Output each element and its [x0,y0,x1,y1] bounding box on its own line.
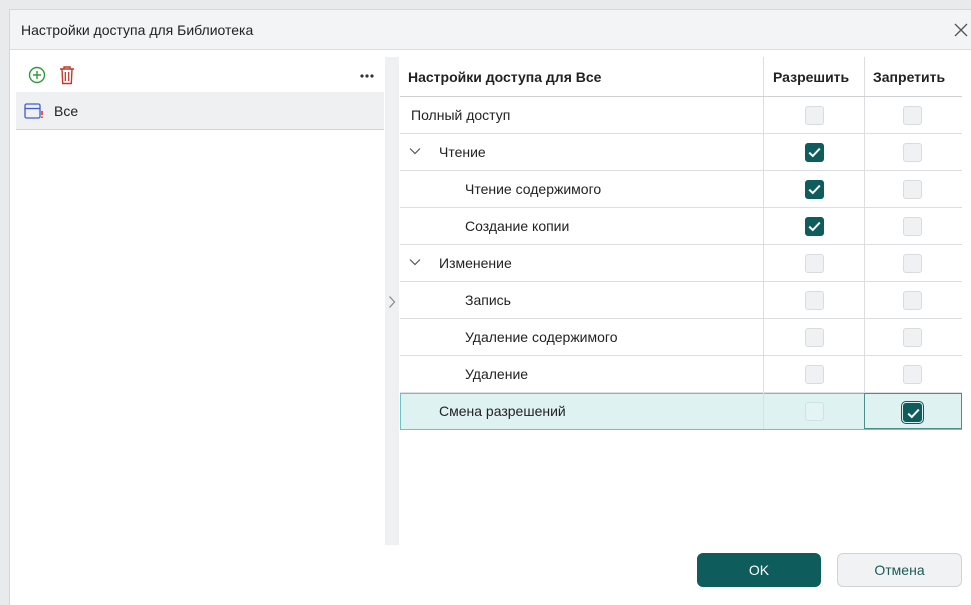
dialog-title: Настройки доступа для Библиотека [21,22,254,38]
table-row[interactable]: Полный доступ [400,97,962,134]
table-row[interactable]: Удаление [400,356,962,393]
deny-checkbox[interactable] [903,143,922,162]
allow-checkbox[interactable] [805,291,824,310]
deny-checkbox[interactable] [903,291,922,310]
header-allow: Разрешить [773,69,850,85]
trash-icon[interactable] [59,65,75,85]
deny-checkbox[interactable] [903,217,922,236]
table-row[interactable]: Чтение [400,134,962,171]
ok-button[interactable]: OK [697,553,821,587]
permission-label: Создание копии [465,218,570,234]
close-icon[interactable] [951,20,971,40]
table-row[interactable]: Создание копии [400,208,962,245]
group-item-all[interactable]: Все [16,92,384,130]
header-deny: Запретить [873,69,946,85]
chevron-down-icon[interactable] [409,258,421,266]
table-row[interactable]: Удаление содержимого [400,319,962,356]
permission-label: Полный доступ [411,107,511,123]
permission-label: Смена разрешений [439,403,566,419]
allow-checkbox[interactable] [805,402,824,421]
table-header: Настройки доступа для Все Разрешить Запр… [400,57,962,97]
table-row[interactable]: Чтение содержимого [400,171,962,208]
allow-checkbox[interactable] [805,143,824,162]
permission-label: Запись [465,292,511,308]
group-label: Все [54,103,79,119]
deny-checkbox[interactable] [903,180,922,199]
chevron-right-icon[interactable] [388,295,396,309]
allow-checkbox[interactable] [805,365,824,384]
cancel-button[interactable]: Отмена [837,553,962,587]
deny-checkbox[interactable] [903,106,922,125]
pane-splitter[interactable] [385,57,399,545]
deny-checkbox[interactable] [903,365,922,384]
table-row[interactable]: Запись [400,282,962,319]
permission-label: Чтение [439,144,486,160]
allow-checkbox[interactable] [805,180,824,199]
groups-toolbar [16,61,384,92]
deny-checkbox[interactable] [903,328,922,347]
header-name: Настройки доступа для Все [408,69,602,85]
chevron-down-icon[interactable] [409,147,421,155]
permission-label: Изменение [439,255,512,271]
permission-label: Удаление содержимого [465,329,618,345]
table-row[interactable]: Смена разрешений [400,393,962,430]
allow-checkbox[interactable] [805,217,824,236]
ellipsis-icon[interactable] [360,73,374,79]
dialog-titlebar: Настройки доступа для Библиотека [10,10,971,50]
permissions-table: Настройки доступа для Все Разрешить Запр… [400,57,962,430]
groups-pane: Все [16,61,384,130]
table-row[interactable]: Изменение [400,245,962,282]
allow-checkbox[interactable] [805,328,824,347]
plus-circle-icon[interactable] [28,66,46,84]
deny-checkbox[interactable] [903,254,922,273]
deny-checkbox[interactable] [901,401,924,424]
allow-checkbox[interactable] [805,254,824,273]
permissions-rows: Полный доступ Чтение Чтение содержимого Соз… [400,97,962,430]
group-icon [24,103,43,119]
permission-label: Удаление [465,366,529,382]
permission-label: Чтение содержимого [465,181,602,197]
allow-checkbox[interactable] [805,106,824,125]
